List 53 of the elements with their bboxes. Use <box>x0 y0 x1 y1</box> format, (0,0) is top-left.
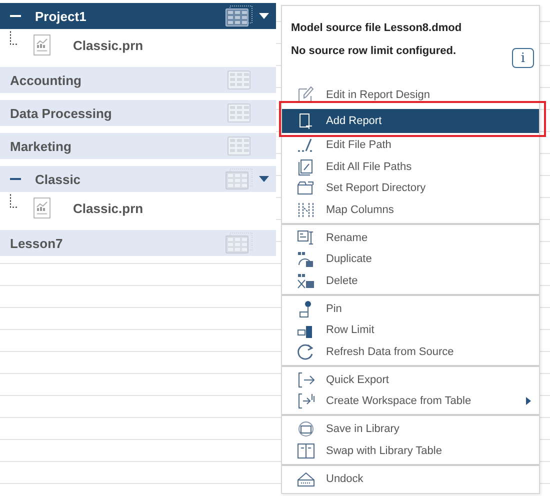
tree-label: Data Processing <box>9 106 113 120</box>
file-name[interactable]: Classic.prn <box>73 200 144 216</box>
rename-icon <box>296 228 316 247</box>
menu-item[interactable]: Edit All File Paths <box>282 156 539 178</box>
menu-item[interactable]: Create Workspace from Table <box>282 390 539 412</box>
menu-item[interactable]: Row Limit <box>282 320 539 341</box>
menu-item[interactable]: Undock <box>282 468 539 490</box>
tree-row[interactable]: Project1 <box>0 3 276 29</box>
pencil-icon <box>296 86 316 104</box>
tree-label: Marketing <box>9 138 72 154</box>
menu-item[interactable]: Edit File Path <box>282 134 539 156</box>
stacked-grid-icon <box>224 232 254 254</box>
tree-label: Lesson7 <box>9 236 64 250</box>
report-file-icon <box>33 34 51 56</box>
export-arrows-icon <box>296 392 316 410</box>
row-limit-text: No source row limit configured. <box>291 45 456 57</box>
tree-connector-icon <box>10 31 19 45</box>
stacked-grid-icon <box>224 5 254 27</box>
info-button[interactable]: i <box>512 48 534 68</box>
tree-connector-icon <box>10 194 19 208</box>
stacked-grid-icon <box>224 168 254 190</box>
dropdown-caret-icon[interactable] <box>258 175 270 183</box>
menu-item[interactable]: Set Report Directory <box>282 178 539 199</box>
menu-item[interactable]: Map Columns <box>282 199 539 220</box>
tree-row[interactable]: Classic <box>0 166 276 192</box>
export-icon <box>296 370 316 389</box>
tray-icon <box>296 470 316 488</box>
menu-item[interactable]: Rename <box>282 227 539 248</box>
file-name[interactable]: Classic.prn <box>73 38 144 52</box>
tree-label: Accounting <box>9 72 82 88</box>
folder-icon <box>296 179 316 198</box>
refresh-icon <box>296 342 316 361</box>
tree-row[interactable]: Lesson7 <box>0 230 276 256</box>
tree-row[interactable]: Accounting <box>0 67 276 93</box>
menu-item[interactable]: Duplicate <box>282 248 539 270</box>
grid-copy-icon <box>296 250 316 268</box>
tree-row[interactable]: Marketing <box>0 133 276 159</box>
tree-label: Classic <box>34 172 82 186</box>
tree-row[interactable]: Data Processing <box>0 100 276 126</box>
grid-delete-icon <box>296 272 316 290</box>
tree-label: Project1 <box>34 8 88 24</box>
report-file-icon <box>33 197 51 219</box>
menu-item[interactable]: Edit in Report Design <box>282 84 539 106</box>
menu-item[interactable]: Pin <box>282 298 539 320</box>
menu-item[interactable]: Save in Library <box>282 418 539 440</box>
columns-icon <box>296 200 316 219</box>
dropdown-caret-icon[interactable] <box>258 12 270 20</box>
menu-item[interactable]: Add Report <box>282 108 539 132</box>
menu-item[interactable]: Swap with Library Table <box>282 440 539 462</box>
source-file-text: Model source file Lesson8.dmod <box>291 22 462 34</box>
menu-item[interactable]: Quick Export <box>282 369 539 390</box>
menu-item[interactable]: Delete <box>282 270 539 292</box>
menu-item[interactable]: Refresh Data from Source <box>282 341 539 362</box>
